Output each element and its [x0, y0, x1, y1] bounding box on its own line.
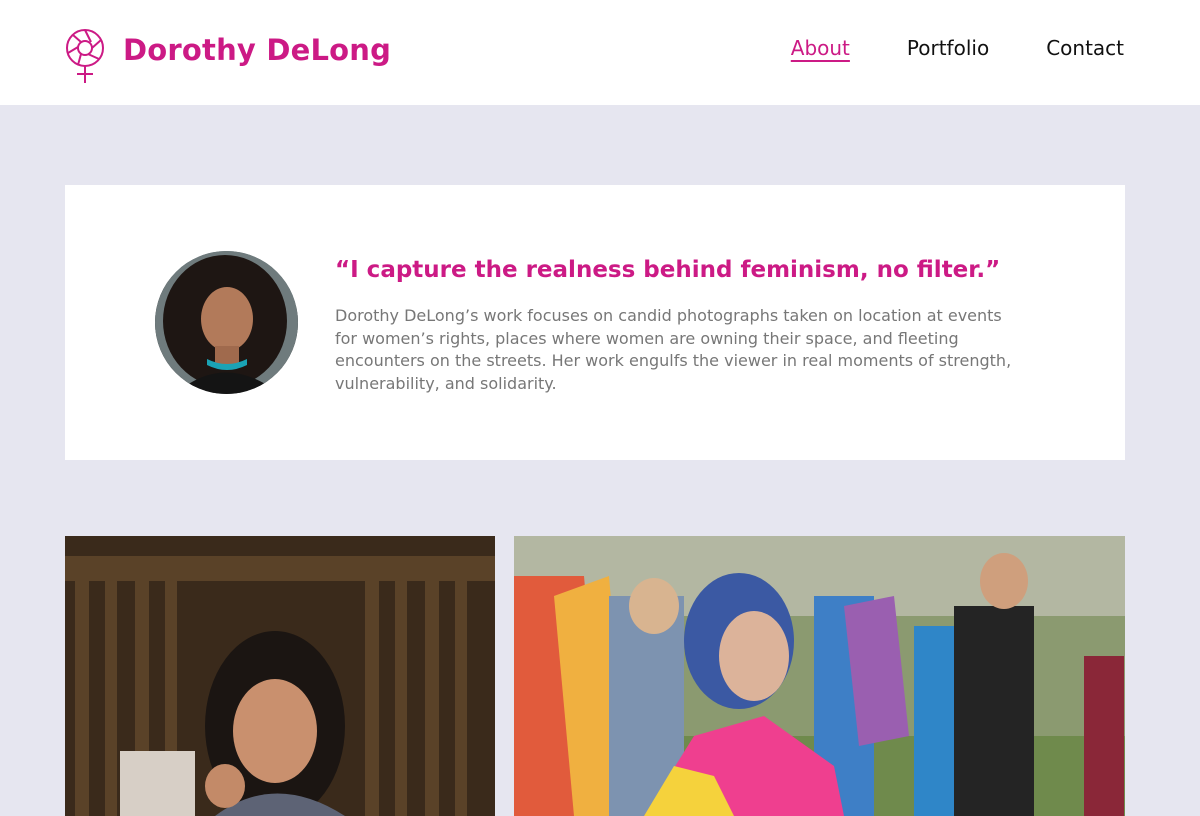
portfolio-photo-child[interactable]: [65, 536, 495, 816]
main-nav: About Portfolio Contact: [734, 36, 1124, 60]
site-header: Dorothy DeLong About Portfolio Contact: [0, 0, 1200, 105]
avatar: [155, 251, 298, 394]
portfolio-photo-pride[interactable]: [514, 536, 1125, 816]
brand-name: Dorothy DeLong: [123, 33, 392, 67]
quote-heading: “I capture the realness behind feminism,…: [335, 257, 1001, 283]
nav-contact[interactable]: Contact: [1046, 36, 1124, 60]
nav-about[interactable]: About: [791, 36, 850, 60]
bio-text: Dorothy DeLong’s work focuses on candid …: [335, 306, 1012, 393]
nav-portfolio[interactable]: Portfolio: [907, 36, 989, 60]
brand-link[interactable]: Dorothy DeLong: [64, 28, 391, 84]
female-symbol-aperture-icon: [66, 29, 104, 83]
about-card: “I capture the realness behind feminism,…: [65, 185, 1125, 460]
